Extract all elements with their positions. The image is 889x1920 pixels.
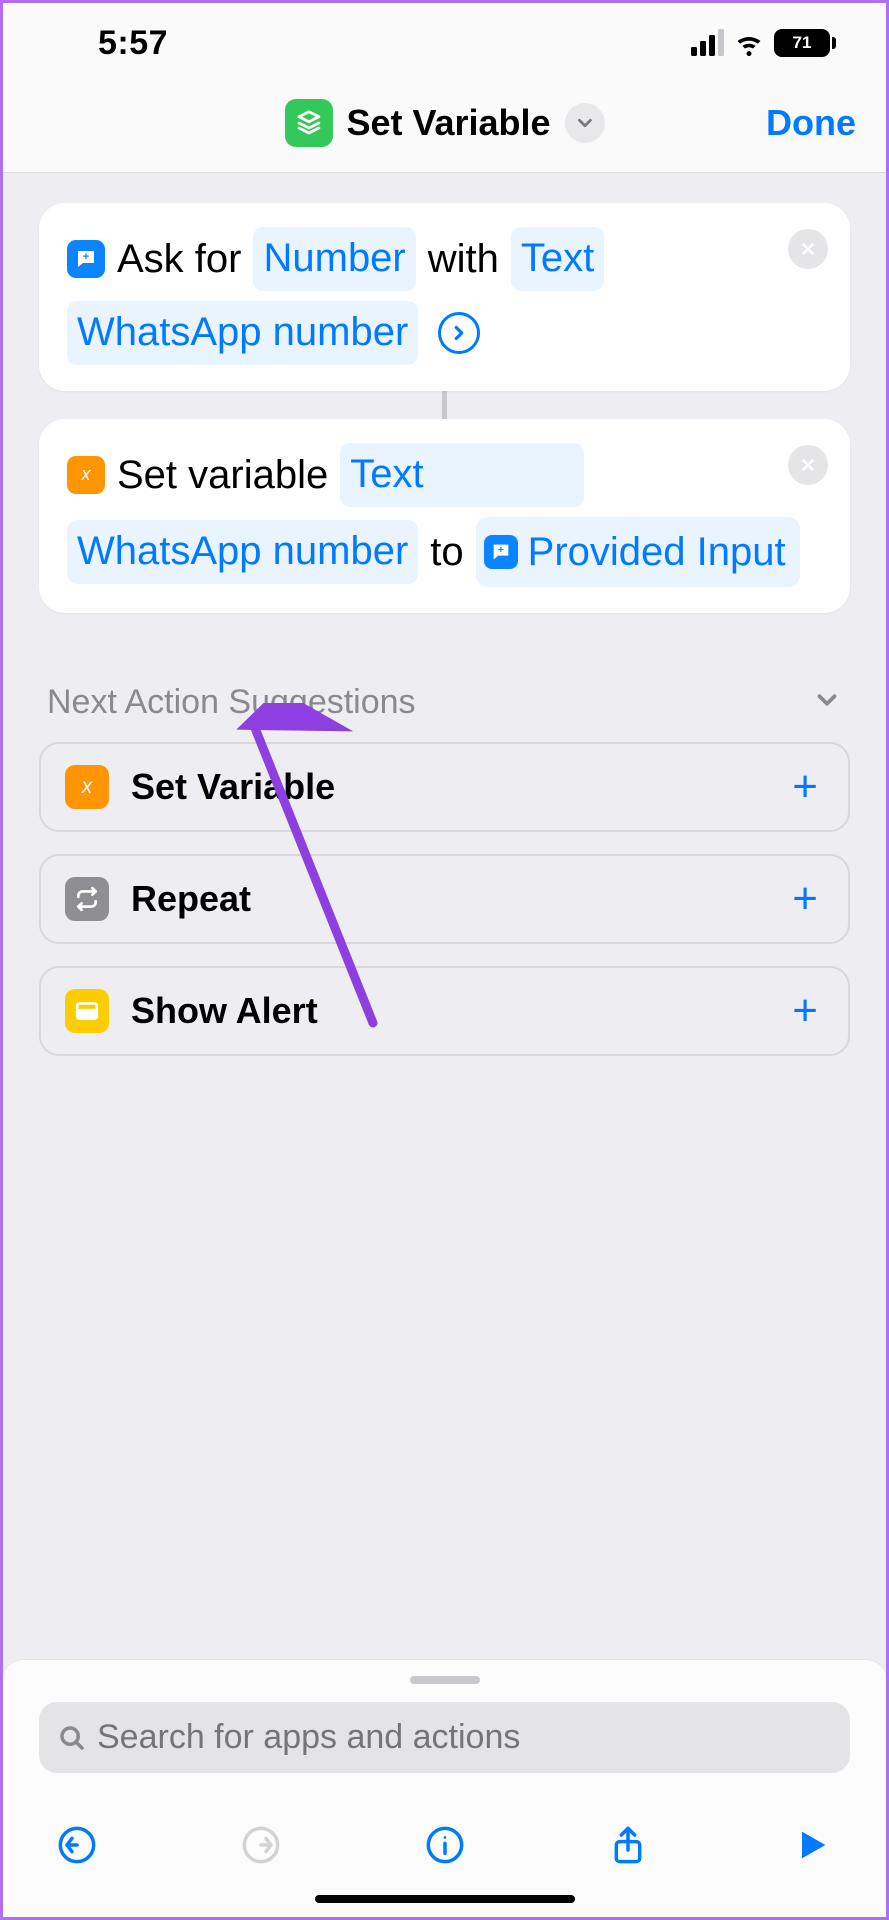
suggestion-set-variable[interactable]: x Set Variable +: [39, 742, 850, 832]
svg-text:x: x: [81, 775, 94, 798]
status-icons: 71: [691, 28, 836, 58]
chevron-down-icon[interactable]: [565, 103, 605, 143]
home-indicator[interactable]: [315, 1895, 575, 1903]
next-action-suggestions: Next Action Suggestions x Set Variable +…: [39, 683, 850, 1056]
variable-value-token[interactable]: + Provided Input: [476, 517, 800, 587]
redo-button[interactable]: [237, 1821, 285, 1869]
suggestion-label: Show Alert: [131, 990, 770, 1032]
collapse-suggestions-button[interactable]: [812, 685, 842, 720]
bottom-toolbar: [3, 1795, 886, 1889]
shortcut-icon: [284, 99, 332, 147]
variable-icon: x: [65, 765, 109, 809]
battery-icon: 71: [774, 29, 836, 57]
action-text: with: [428, 228, 499, 290]
battery-percent: 71: [793, 33, 812, 53]
variable-name-token-1[interactable]: Text: [340, 443, 583, 507]
action-text: to: [430, 521, 463, 583]
nav-title: Set Variable: [346, 102, 550, 144]
variable-name-token-2[interactable]: WhatsApp number: [67, 520, 418, 584]
info-button[interactable]: [421, 1821, 469, 1869]
ask-input-icon: +: [484, 535, 518, 569]
action-set-variable[interactable]: x Set variable Text WhatsApp number to +…: [39, 419, 850, 613]
ask-prompt-token-2[interactable]: WhatsApp number: [67, 301, 418, 365]
action-ask-for-input[interactable]: + Ask for Number with Text WhatsApp numb…: [39, 203, 850, 391]
bottom-sheet[interactable]: [3, 1659, 886, 1917]
remove-action-button[interactable]: [788, 445, 828, 485]
svg-text:+: +: [498, 545, 504, 556]
suggestion-show-alert[interactable]: Show Alert +: [39, 966, 850, 1056]
status-bar: 5:57 71: [3, 3, 886, 73]
variable-icon: x: [67, 456, 105, 494]
provided-input-label: Provided Input: [528, 521, 786, 583]
detail-disclosure-button[interactable]: [438, 312, 480, 354]
add-suggestion-button[interactable]: +: [792, 874, 824, 924]
action-text: Set variable: [117, 444, 328, 506]
nav-header: Set Variable Done: [3, 73, 886, 173]
search-icon: [57, 1723, 87, 1753]
cellular-icon: [691, 30, 724, 56]
done-button[interactable]: Done: [766, 102, 856, 144]
ask-prompt-token-1[interactable]: Text: [511, 227, 604, 291]
suggestion-label: Repeat: [131, 878, 770, 920]
status-time: 5:57: [98, 24, 168, 63]
remove-action-button[interactable]: [788, 229, 828, 269]
share-button[interactable]: [604, 1821, 652, 1869]
run-button[interactable]: [788, 1821, 836, 1869]
search-input[interactable]: [97, 1718, 832, 1757]
action-text: Ask for: [117, 228, 241, 290]
undo-button[interactable]: [53, 1821, 101, 1869]
ask-type-token[interactable]: Number: [253, 227, 415, 291]
alert-window-icon: [65, 989, 109, 1033]
search-field[interactable]: [39, 1702, 850, 1773]
wifi-icon: [734, 28, 764, 58]
add-suggestion-button[interactable]: +: [792, 986, 824, 1036]
ask-input-icon: +: [67, 240, 105, 278]
sheet-grabber[interactable]: [410, 1676, 480, 1684]
svg-text:x: x: [81, 464, 92, 484]
repeat-icon: [65, 877, 109, 921]
nav-title-group[interactable]: Set Variable: [284, 99, 604, 147]
suggestion-label: Set Variable: [131, 766, 770, 808]
svg-text:+: +: [83, 251, 89, 263]
action-connector: [442, 391, 447, 419]
suggestion-repeat[interactable]: Repeat +: [39, 854, 850, 944]
suggestions-title: Next Action Suggestions: [47, 683, 416, 722]
add-suggestion-button[interactable]: +: [792, 762, 824, 812]
